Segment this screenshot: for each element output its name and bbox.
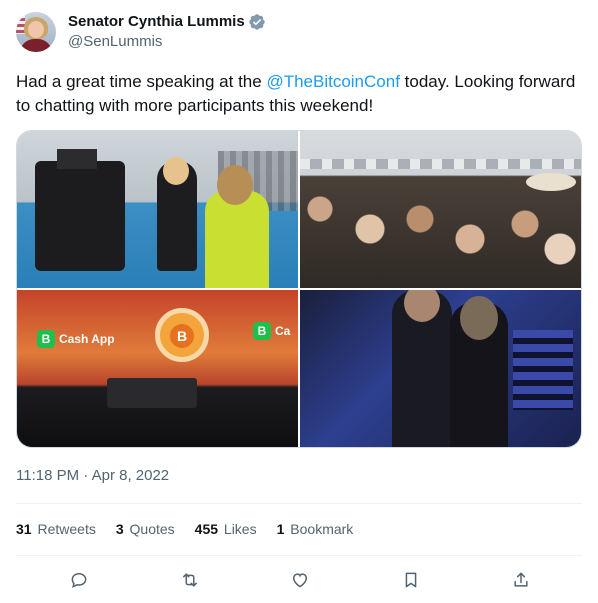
reply-icon[interactable] <box>62 563 96 597</box>
author-display-name[interactable]: Senator Cynthia Lummis <box>68 12 245 32</box>
photo-stage[interactable]: B Cash App B B Ca <box>17 290 298 447</box>
tweet-text-before: Had a great time speaking at the <box>16 72 267 91</box>
bookmarks-label: Bookmark <box>290 521 354 537</box>
media-grid: B Cash App B B Ca <box>16 130 582 448</box>
cashapp-sign-right: B Ca <box>253 322 290 340</box>
likes-label: Likes <box>223 521 257 537</box>
retweets-stat[interactable]: 31 Retweets <box>16 519 96 539</box>
photo-crowd[interactable] <box>300 131 581 288</box>
cashapp-sign: B Cash App <box>37 330 115 348</box>
engagement-stats: 31 Retweets 3 Quotes 455 Likes 1 Bookmar… <box>16 519 373 539</box>
cashapp-icon-right: B <box>253 322 271 340</box>
quotes-label: Quotes <box>129 521 175 537</box>
share-icon[interactable] <box>504 563 538 597</box>
author-names: Senator Cynthia Lummis @SenLummis <box>68 12 266 52</box>
retweet-icon[interactable] <box>173 563 207 597</box>
cashapp-icon: B <box>37 330 55 348</box>
quotes-count: 3 <box>115 521 124 537</box>
photo-backstage[interactable] <box>300 290 581 447</box>
bitcoin-icon: B <box>170 324 194 348</box>
retweets-count: 31 <box>16 521 32 537</box>
mention-link[interactable]: @TheBitcoinConf <box>266 72 400 91</box>
tweet-header: Senator Cynthia Lummis @SenLummis <box>16 12 266 52</box>
verified-badge-icon <box>248 13 266 31</box>
tweet-timestamp[interactable]: 11:18 PM · Apr 8, 2022 <box>16 466 169 486</box>
quotes-stat[interactable]: 3 Quotes <box>116 519 175 539</box>
likes-count: 455 <box>194 521 219 537</box>
action-bar <box>16 562 582 598</box>
cashapp-label: Cash App <box>59 332 115 346</box>
divider <box>16 503 582 504</box>
bookmarks-count: 1 <box>276 521 285 537</box>
like-icon[interactable] <box>283 563 317 597</box>
photo-interview[interactable] <box>17 131 298 288</box>
avatar[interactable] <box>16 12 56 52</box>
author-handle[interactable]: @SenLummis <box>68 32 266 52</box>
bookmark-icon[interactable] <box>394 563 428 597</box>
bookmarks-stat[interactable]: 1 Bookmark <box>277 519 354 539</box>
tweet-text: Had a great time speaking at the @TheBit… <box>16 70 582 118</box>
cashapp-label-right: Ca <box>275 324 291 338</box>
likes-stat[interactable]: 455 Likes <box>195 519 257 539</box>
divider <box>16 555 582 556</box>
retweets-label: Retweets <box>37 521 96 537</box>
